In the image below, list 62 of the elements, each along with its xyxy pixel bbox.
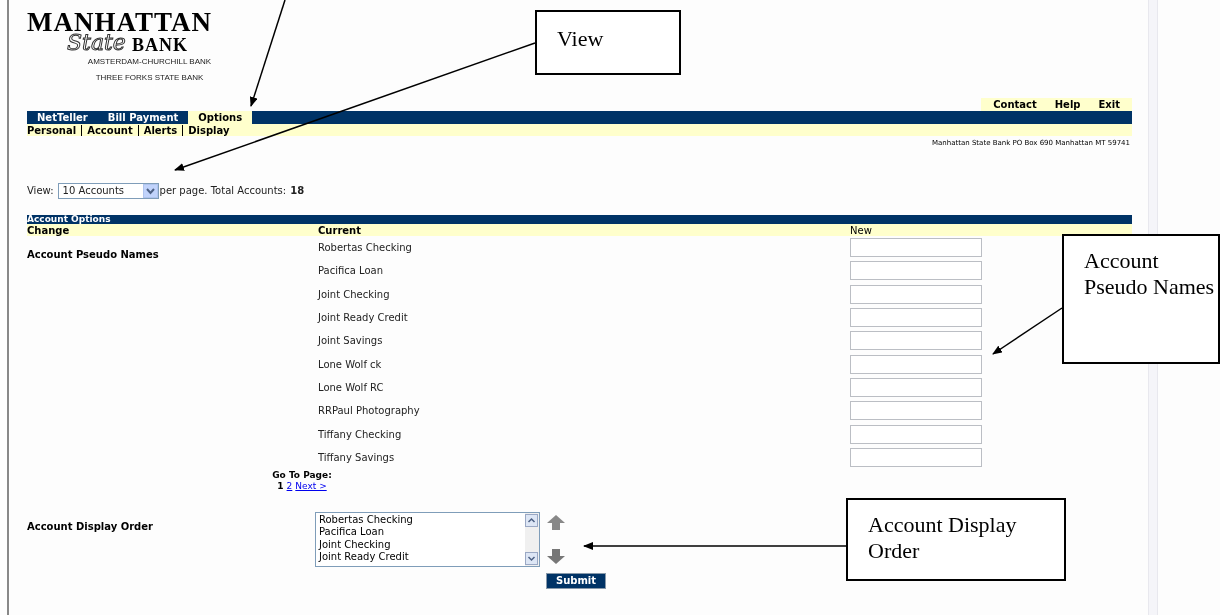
row-label: Account Display Order [27, 520, 153, 532]
listbox-option[interactable]: Joint Checking [319, 538, 525, 552]
annotation-arrow [992, 307, 1063, 355]
sub-nav-link[interactable]: Personal [27, 124, 82, 136]
new-name-input[interactable] [850, 401, 982, 421]
current-account-name: Joint Ready Credit [318, 311, 409, 326]
current-account-name: Joint Checking [318, 287, 391, 302]
account-order-listbox[interactable]: Robertas Checking Pacifica Loan Joint Checking Joint Ready Credit [315, 511, 540, 567]
current-account-name: Lone Wolf RC [318, 380, 385, 395]
total-accounts-count: 18 [290, 184, 305, 198]
current-account-name: Joint Savings [318, 334, 384, 349]
listbox-option[interactable]: Robertas Checking [319, 513, 525, 527]
affiliate-bank-name: THREE FORKS STATE BANK [94, 72, 205, 84]
nav-tab[interactable]: Options [188, 111, 253, 124]
logo-script: State [67, 32, 126, 54]
new-name-input[interactable] [850, 261, 982, 281]
new-name-input[interactable] [850, 238, 982, 258]
column-header: New [850, 224, 872, 236]
page-link[interactable]: 2 [286, 480, 293, 492]
section-header: Account Options [27, 215, 1132, 224]
utility-link[interactable]: Exit [1098, 98, 1120, 111]
current-account-name: Tiffany Savings [318, 450, 396, 465]
new-name-input[interactable] [850, 424, 982, 444]
sub-nav-link[interactable]: Alerts [137, 124, 183, 136]
move-up-icon[interactable] [546, 513, 566, 531]
new-name-input[interactable] [850, 331, 982, 351]
new-name-input[interactable] [850, 377, 982, 397]
current-account-name: Tiffany Checking [318, 427, 403, 442]
move-down-icon[interactable] [546, 547, 566, 565]
current-account-name: Lone Wolf ck [318, 357, 383, 372]
new-name-input[interactable] [850, 308, 982, 328]
annotation-callout: Account Display Order [846, 498, 1066, 581]
next-page-link[interactable]: Next > [295, 480, 327, 492]
per-page-text: per page. Total Accounts: [159, 184, 287, 198]
accounts-per-page-select[interactable]: 10 Accounts [57, 182, 159, 199]
sub-nav-link[interactable]: Display [182, 124, 235, 136]
go-to-page-label: Go To Page: [272, 469, 332, 481]
sub-nav-link[interactable]: Account [81, 124, 138, 136]
utility-link[interactable]: Help [1054, 98, 1081, 111]
scroll-down-icon[interactable] [525, 551, 538, 565]
nav-tab[interactable]: Bill Payment [97, 111, 189, 124]
view-label: View: [27, 184, 54, 198]
current-account-name: RRPaul Photography [318, 404, 421, 419]
listbox-option[interactable]: Joint Ready Credit [319, 551, 525, 564]
new-name-input[interactable] [850, 354, 982, 374]
current-account-name: Robertas Checking [318, 241, 413, 256]
annotation-callout: View [535, 10, 681, 75]
affiliate-bank-name: AMSTERDAM-CHURCHILL BANK [86, 56, 213, 68]
scroll-up-icon[interactable] [525, 513, 538, 527]
logo-wordmark: BANK [131, 36, 188, 54]
submit-button[interactable]: Submit [546, 572, 606, 589]
page-link[interactable]: 1 [277, 480, 284, 492]
column-header: Change [27, 224, 71, 236]
column-header: Current [318, 224, 362, 236]
listbox-option[interactable]: Pacifica Loan [319, 526, 525, 539]
utility-link[interactable]: Contact [993, 98, 1037, 111]
new-name-input[interactable] [850, 284, 982, 304]
current-account-name: Pacifica Loan [318, 264, 385, 279]
row-label: Account Pseudo Names [27, 249, 159, 260]
annotation-callout: Account Pseudo Names [1062, 234, 1220, 364]
new-name-input[interactable] [850, 447, 982, 467]
nav-tab[interactable]: NetTeller [27, 111, 98, 124]
